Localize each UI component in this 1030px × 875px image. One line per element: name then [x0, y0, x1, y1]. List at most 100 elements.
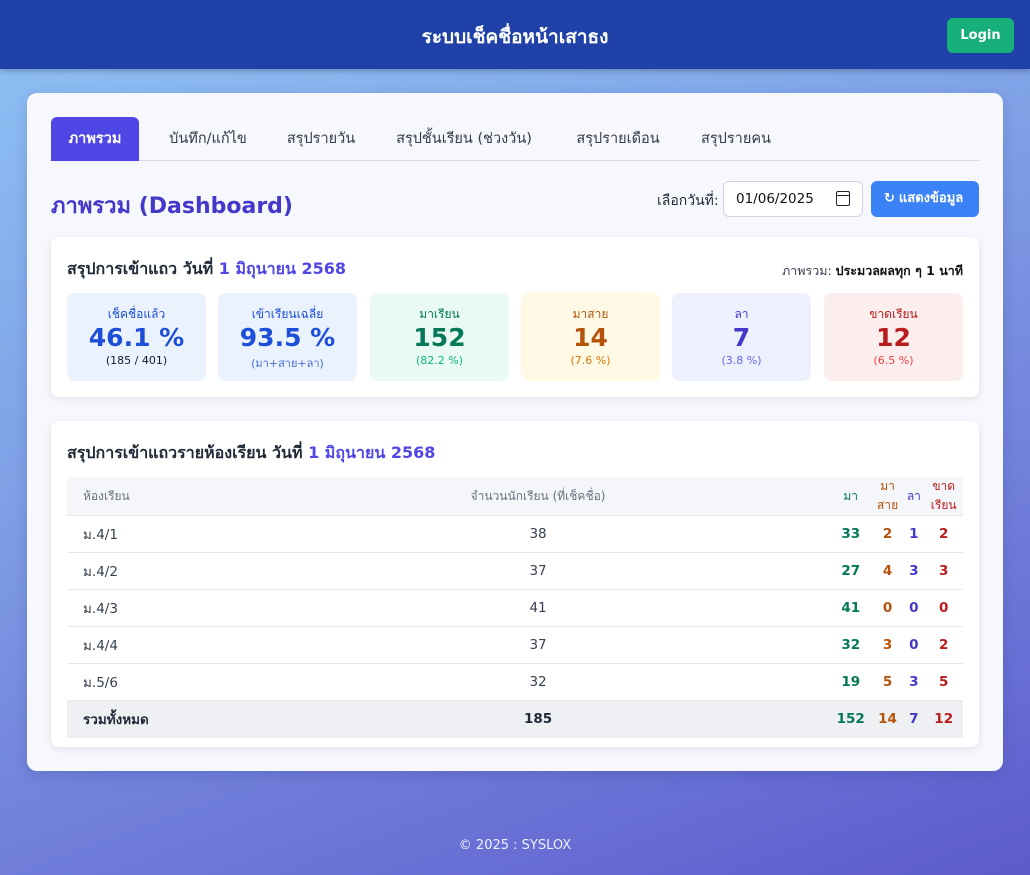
- table-cell: 3: [909, 563, 919, 579]
- refresh-icon: ↻: [884, 191, 895, 206]
- stat-label: มาเรียน: [419, 307, 460, 321]
- table-cell: ม.5/6: [83, 675, 118, 691]
- column-header: จำนวนนักเรียน (ที่เช็คชื่อ): [470, 488, 606, 503]
- table-cell: รวมทั้งหมด: [83, 712, 149, 729]
- show-data-button[interactable]: ↻ แสดงข้อมูล: [871, 181, 979, 217]
- date-label: เลือกวันที่:: [657, 193, 719, 209]
- tab-daily-summary[interactable]: สรุปรายวัน: [271, 117, 371, 161]
- table-cell: ม.4/1: [83, 527, 118, 543]
- calendar-icon[interactable]: [836, 191, 850, 206]
- table-cell: 3: [909, 674, 919, 690]
- table-cell: 19: [841, 674, 861, 690]
- stat-card-attendance-avg: เข้าเรียนเฉลี่ย 93.5 % (มา+สาย+ลา): [218, 293, 357, 381]
- stat-sub: (7.6 %): [570, 354, 611, 367]
- table-cell: 0: [882, 600, 893, 616]
- table-cell: 38: [529, 526, 547, 542]
- main-card: ภาพรวม บันทึก/แก้ไข สรุปรายวัน สรุปชั้นเ…: [27, 93, 1003, 771]
- stat-value: 93.5 %: [239, 323, 336, 352]
- table-cell: 4: [882, 563, 893, 579]
- table-cell: 32: [529, 674, 547, 690]
- table-cell: 2: [882, 526, 893, 542]
- table-body: ม.4/1 38 33 2 1 2 ม.4/2 37 27 4 3 3 ม.4/3 41 41 0 0 0 ม.4/…: [67, 515, 963, 738]
- table-cell: 0: [938, 600, 949, 616]
- stat-label: มาสาย: [572, 307, 609, 321]
- table-cell: 7: [909, 711, 919, 728]
- class-summary-heading-prefix: สรุปการเข้าแถวรายห้องเรียน วันที่: [67, 443, 303, 462]
- summary-heading-date: 1 มิถุนายน 2568: [218, 259, 347, 278]
- tab-person-summary[interactable]: สรุปรายคน: [687, 117, 785, 161]
- stat-value: 46.1 %: [88, 323, 185, 352]
- refresh-note-label: ภาพรวม:: [781, 263, 832, 278]
- table-row: ม.4/1 38 33 2 1 2: [67, 515, 963, 553]
- table-cell: 37: [529, 563, 547, 579]
- login-button[interactable]: Login: [947, 18, 1014, 53]
- class-summary-table: ห้องเรียน จำนวนนักเรียน (ที่เช็คชื่อ) มา มา…: [67, 477, 963, 738]
- footer: © 2025 : SYSLOX: [458, 838, 572, 853]
- column-header: มา: [843, 488, 859, 503]
- date-input[interactable]: 01/06/2025: [723, 181, 863, 217]
- table-cell: ม.4/4: [83, 638, 118, 654]
- table-cell: 2: [938, 526, 949, 542]
- stat-sub: (มา+สาย+ลา): [251, 357, 324, 370]
- stat-label: เช็คชื่อแล้ว: [107, 307, 166, 321]
- tab-record-edit[interactable]: บันทึก/แก้ไข: [149, 117, 267, 161]
- class-summary-panel: สรุปการเข้าแถวรายห้องเรียน วันที่ 1 มิถุ…: [51, 421, 979, 747]
- table-cell: 32: [841, 637, 861, 653]
- table-header-row: ห้องเรียน จำนวนนักเรียน (ที่เช็คชื่อ) มา มา…: [67, 477, 963, 516]
- stat-card-leave: ลา 7 (3.8 %): [672, 293, 811, 381]
- column-header: ขาดเรียน: [930, 479, 957, 512]
- stat-label: ลา: [734, 307, 749, 321]
- stat-value: 152: [413, 323, 466, 352]
- column-header: ลา: [906, 488, 921, 503]
- tab-class-range-summary[interactable]: สรุปชั้นเรียน (ช่วงวัน): [381, 117, 547, 161]
- stat-card-present: มาเรียน 152 (82.2 %): [370, 293, 509, 381]
- table-cell: 0: [909, 637, 919, 653]
- table-cell: 37: [529, 637, 547, 653]
- column-header: มาสาย: [877, 479, 899, 512]
- stat-label: เข้าเรียนเฉลี่ย: [251, 307, 324, 321]
- class-summary-heading-date: 1 มิถุนายน 2568: [308, 443, 436, 462]
- table-cell: 33: [841, 526, 861, 542]
- table-cell: 152: [836, 711, 865, 728]
- tab-bar: ภาพรวม บันทึก/แก้ไข สรุปรายวัน สรุปชั้นเ…: [51, 117, 979, 161]
- top-navbar: ระบบเช็คชื่อหน้าเสาธง Login: [0, 0, 1030, 69]
- table-row: ม.4/3 41 41 0 0 0: [67, 589, 963, 627]
- table-cell: 41: [841, 600, 861, 616]
- table-row: ม.4/2 37 27 4 3 3: [67, 552, 963, 590]
- tab-monthly-summary[interactable]: สรุปรายเดือน: [559, 117, 677, 161]
- date-value: 01/06/2025: [736, 191, 814, 207]
- table-cell: 2: [938, 637, 949, 653]
- table-cell: 41: [529, 600, 547, 616]
- refresh-note: ภาพรวม: ประมวลผลทุก ๆ 1 นาที: [782, 261, 963, 281]
- table-cell: ม.4/3: [83, 601, 118, 617]
- summary-panel: สรุปการเข้าแถว วันที่ 1 มิถุนายน 2568 ภา…: [51, 237, 979, 397]
- column-header: ห้องเรียน: [83, 488, 130, 503]
- table-cell: 185: [523, 711, 553, 728]
- stat-card-absent: ขาดเรียน 12 (6.5 %): [824, 293, 963, 381]
- table-row: ม.4/4 37 32 3 0 2: [67, 626, 963, 664]
- stat-card-checked: เช็คชื่อแล้ว 46.1 % (185 / 401): [67, 293, 206, 381]
- table-cell: 0: [909, 600, 919, 616]
- app-title: ระบบเช็คชื่อหน้าเสาธง: [421, 26, 609, 48]
- summary-heading: สรุปการเข้าแถว วันที่ 1 มิถุนายน 2568: [67, 257, 346, 282]
- stat-sub: (185 / 401): [105, 354, 168, 367]
- table-row: ม.5/6 32 19 5 3 5: [67, 663, 963, 701]
- table-cell: 5: [938, 674, 949, 690]
- table-cell: 14: [878, 711, 897, 728]
- table-cell: 27: [841, 563, 861, 579]
- stat-card-late: มาสาย 14 (7.6 %): [521, 293, 660, 381]
- table-cell: 5: [882, 674, 893, 690]
- stat-value: 14: [573, 323, 608, 352]
- summary-heading-prefix: สรุปการเข้าแถว วันที่: [67, 259, 214, 278]
- class-summary-heading: สรุปการเข้าแถวรายห้องเรียน วันที่ 1 มิถุ…: [67, 441, 435, 466]
- stat-sub: (3.8 %): [721, 354, 762, 367]
- stat-label: ขาดเรียน: [869, 307, 918, 321]
- tab-overview[interactable]: ภาพรวม: [51, 117, 139, 161]
- stat-value: 7: [732, 323, 751, 352]
- stat-sub: (82.2 %): [415, 354, 464, 367]
- page-title: ภาพรวม (Dashboard): [51, 194, 293, 219]
- table-cell: ม.4/2: [83, 564, 118, 580]
- table-cell: 12: [934, 711, 954, 728]
- table-total-row: รวมทั้งหมด 185 152 14 7 12: [67, 700, 963, 738]
- stat-sub: (6.5 %): [873, 354, 914, 367]
